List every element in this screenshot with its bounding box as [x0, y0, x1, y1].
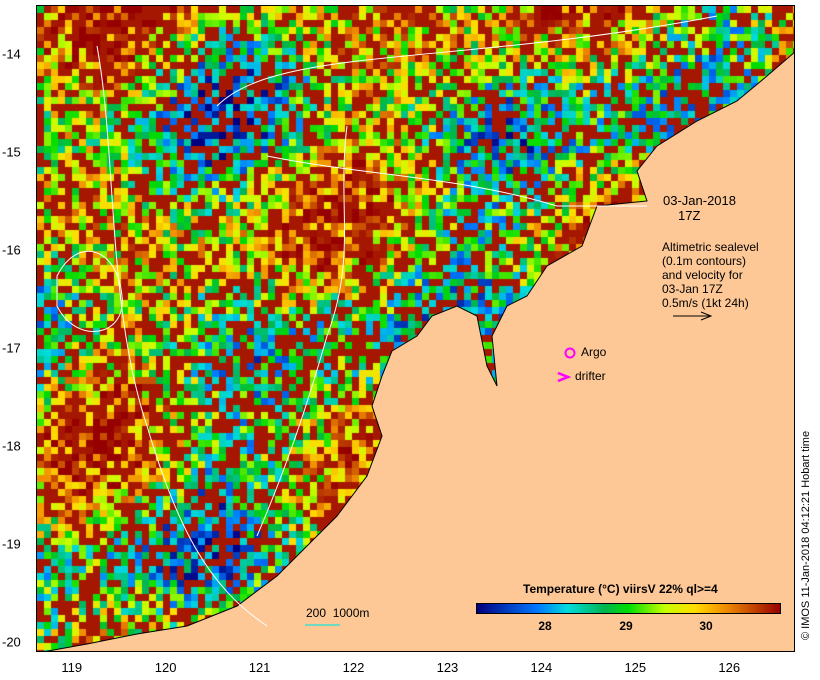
bathymetry-label: 200 1000m	[306, 606, 370, 620]
coastline-land	[45, 52, 794, 651]
x-tick-label: 126	[718, 660, 741, 675]
annotation-time: 17Z	[678, 208, 701, 223]
x-tick-label: 125	[624, 660, 647, 675]
y-tick-label: -18	[2, 438, 21, 454]
colorbar-title: Temperature (°C) viirsV 22% ql>=4	[523, 582, 718, 596]
x-tick-label: 122	[342, 660, 365, 675]
desc-line: (0.1m contours)	[662, 254, 747, 268]
sst-map	[36, 5, 795, 652]
y-tick-label: -19	[2, 536, 21, 552]
x-tick-label: 121	[248, 660, 271, 675]
colorbar-tick: 30	[699, 619, 713, 633]
colorbar-tick: 28	[538, 619, 552, 633]
x-tick-label: 124	[530, 660, 553, 675]
desc-line: 03-Jan 17Z	[662, 282, 723, 296]
y-tick-label: -16	[2, 242, 21, 258]
y-tick-label: -15	[2, 144, 21, 160]
desc-line: Altimetric sealevel	[662, 240, 759, 254]
desc-line: and velocity for	[662, 268, 743, 282]
x-tick-label: 119	[61, 660, 83, 675]
y-tick-label: -20	[2, 634, 21, 650]
annotation-date: 03-Jan-2018	[663, 193, 736, 208]
y-tick-label: -14	[2, 46, 21, 62]
colorbar	[476, 603, 781, 614]
credit-text: © IMOS 11-Jan-2018 04:12:21 Hobart time	[800, 430, 812, 640]
map-overlay	[45, 15, 794, 651]
desc-line: 0.5m/s (1kt 24h)	[662, 296, 749, 310]
x-tick-label: 120	[154, 660, 177, 675]
x-tick-label: 123	[436, 660, 459, 675]
argo-label: Argo	[581, 345, 607, 359]
drifter-label: drifter	[575, 369, 606, 383]
colorbar-tick: 29	[619, 619, 633, 633]
y-tick-label: -17	[2, 340, 21, 356]
